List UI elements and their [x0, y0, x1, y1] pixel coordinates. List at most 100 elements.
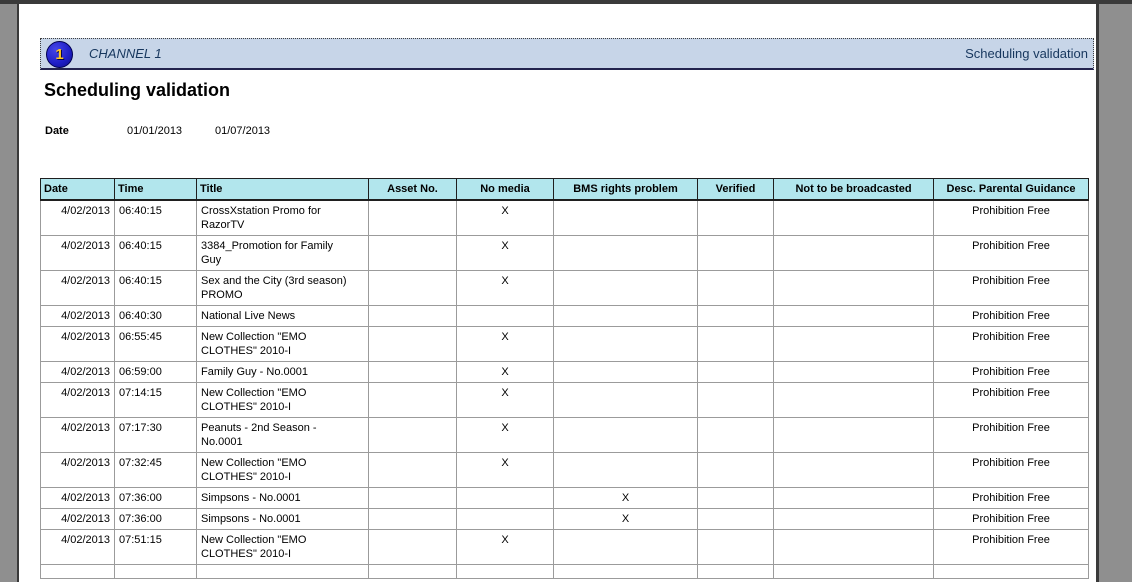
cell-not-to-be-broadcasted: [774, 382, 934, 417]
table-body: 4/02/201306:40:15CrossXstation Promo for…: [41, 200, 1089, 579]
cell-date: 4/02/2013: [41, 452, 115, 487]
cell-not-to-be-broadcasted: [774, 508, 934, 529]
table-header: DateTimeTitleAsset No.No mediaBMS rights…: [41, 179, 1089, 200]
table-row: 4/02/201306:40:30National Live NewsProhi…: [41, 305, 1089, 326]
table-header-cell: Date: [41, 179, 115, 200]
table-header-cell: Asset No.: [369, 179, 457, 200]
empty-cell: [698, 564, 774, 578]
cell-title: New Collection "EMO CLOTHES" 2010-I: [197, 452, 369, 487]
cell-asset-no: [369, 452, 457, 487]
cell-parental-guidance: Prohibition Free: [934, 305, 1089, 326]
cell-verified: [698, 487, 774, 508]
cell-not-to-be-broadcasted: [774, 270, 934, 305]
cell-parental-guidance: Prohibition Free: [934, 270, 1089, 305]
cell-title: New Collection "EMO CLOTHES" 2010-I: [197, 529, 369, 564]
channel-name: CHANNEL 1: [89, 39, 162, 68]
channel-number-badge: 1: [46, 41, 73, 68]
cell-date: 4/02/2013: [41, 326, 115, 361]
date-filter-row: Date 01/01/2013 01/07/2013: [45, 125, 1096, 137]
cell-bms-rights-problem: [554, 361, 698, 382]
cell-no-media: X: [457, 235, 554, 270]
cell-not-to-be-broadcasted: [774, 417, 934, 452]
cell-asset-no: [369, 529, 457, 564]
empty-cell: [934, 564, 1089, 578]
cell-title: Simpsons - No.0001: [197, 508, 369, 529]
cell-asset-no: [369, 361, 457, 382]
table-header-row: DateTimeTitleAsset No.No mediaBMS rights…: [41, 179, 1089, 200]
cell-time: 06:59:00: [115, 361, 197, 382]
cell-asset-no: [369, 235, 457, 270]
table-row: 4/02/201307:36:00Simpsons - No.0001XProh…: [41, 508, 1089, 529]
date-from-value: 01/01/2013: [127, 125, 215, 137]
table-row: 4/02/201306:40:15CrossXstation Promo for…: [41, 200, 1089, 236]
cell-date: 4/02/2013: [41, 270, 115, 305]
cell-no-media: X: [457, 417, 554, 452]
cell-date: 4/02/2013: [41, 235, 115, 270]
cell-parental-guidance: Prohibition Free: [934, 452, 1089, 487]
cell-parental-guidance: Prohibition Free: [934, 235, 1089, 270]
cell-title: New Collection "EMO CLOTHES" 2010-I: [197, 382, 369, 417]
empty-cell: [457, 564, 554, 578]
cell-not-to-be-broadcasted: [774, 529, 934, 564]
cell-time: 06:40:15: [115, 235, 197, 270]
cell-asset-no: [369, 487, 457, 508]
cell-parental-guidance: Prohibition Free: [934, 326, 1089, 361]
cell-no-media: X: [457, 270, 554, 305]
table-row: 4/02/201307:36:00Simpsons - No.0001XProh…: [41, 487, 1089, 508]
cell-not-to-be-broadcasted: [774, 200, 934, 236]
cell-verified: [698, 200, 774, 236]
cell-date: 4/02/2013: [41, 487, 115, 508]
cell-no-media: X: [457, 452, 554, 487]
table-header-cell: BMS rights problem: [554, 179, 698, 200]
cell-time: 07:51:15: [115, 529, 197, 564]
cell-date: 4/02/2013: [41, 382, 115, 417]
cell-no-media: X: [457, 326, 554, 361]
cell-not-to-be-broadcasted: [774, 326, 934, 361]
cell-bms-rights-problem: [554, 452, 698, 487]
cell-asset-no: [369, 417, 457, 452]
cell-time: 06:55:45: [115, 326, 197, 361]
cell-date: 4/02/2013: [41, 529, 115, 564]
cell-verified: [698, 326, 774, 361]
cell-verified: [698, 361, 774, 382]
table-row: 4/02/201306:40:153384_Promotion for Fami…: [41, 235, 1089, 270]
cell-bms-rights-problem: X: [554, 508, 698, 529]
banner-report-name: Scheduling validation: [965, 39, 1088, 68]
cell-bms-rights-problem: X: [554, 487, 698, 508]
cell-bms-rights-problem: [554, 326, 698, 361]
table-header-cell: Time: [115, 179, 197, 200]
cell-bms-rights-problem: [554, 382, 698, 417]
cell-parental-guidance: Prohibition Free: [934, 200, 1089, 236]
cell-not-to-be-broadcasted: [774, 305, 934, 326]
empty-cell: [197, 564, 369, 578]
empty-cell: [554, 564, 698, 578]
cell-bms-rights-problem: [554, 235, 698, 270]
cell-parental-guidance: Prohibition Free: [934, 417, 1089, 452]
cell-date: 4/02/2013: [41, 305, 115, 326]
cell-date: 4/02/2013: [41, 200, 115, 236]
cell-not-to-be-broadcasted: [774, 452, 934, 487]
empty-cell: [774, 564, 934, 578]
cell-time: 07:32:45: [115, 452, 197, 487]
cell-no-media: [457, 487, 554, 508]
table-row-partial: [41, 564, 1089, 578]
cell-bms-rights-problem: [554, 417, 698, 452]
cell-bms-rights-problem: [554, 200, 698, 236]
cell-parental-guidance: Prohibition Free: [934, 529, 1089, 564]
cell-bms-rights-problem: [554, 270, 698, 305]
table-row: 4/02/201307:14:15New Collection "EMO CLO…: [41, 382, 1089, 417]
date-to-value: 01/07/2013: [215, 125, 270, 137]
cell-asset-no: [369, 508, 457, 529]
report-page: 1 CHANNEL 1 Scheduling validation Schedu…: [17, 4, 1099, 582]
cell-time: 07:36:00: [115, 508, 197, 529]
cell-time: 07:17:30: [115, 417, 197, 452]
table-row: 4/02/201306:59:00Family Guy - No.0001XPr…: [41, 361, 1089, 382]
cell-title: Sex and the City (3rd season) PROMO: [197, 270, 369, 305]
table-row: 4/02/201306:40:15Sex and the City (3rd s…: [41, 270, 1089, 305]
cell-no-media: X: [457, 529, 554, 564]
cell-verified: [698, 529, 774, 564]
cell-asset-no: [369, 326, 457, 361]
cell-time: 07:14:15: [115, 382, 197, 417]
table-row: 4/02/201307:17:30Peanuts - 2nd Season - …: [41, 417, 1089, 452]
cell-verified: [698, 235, 774, 270]
